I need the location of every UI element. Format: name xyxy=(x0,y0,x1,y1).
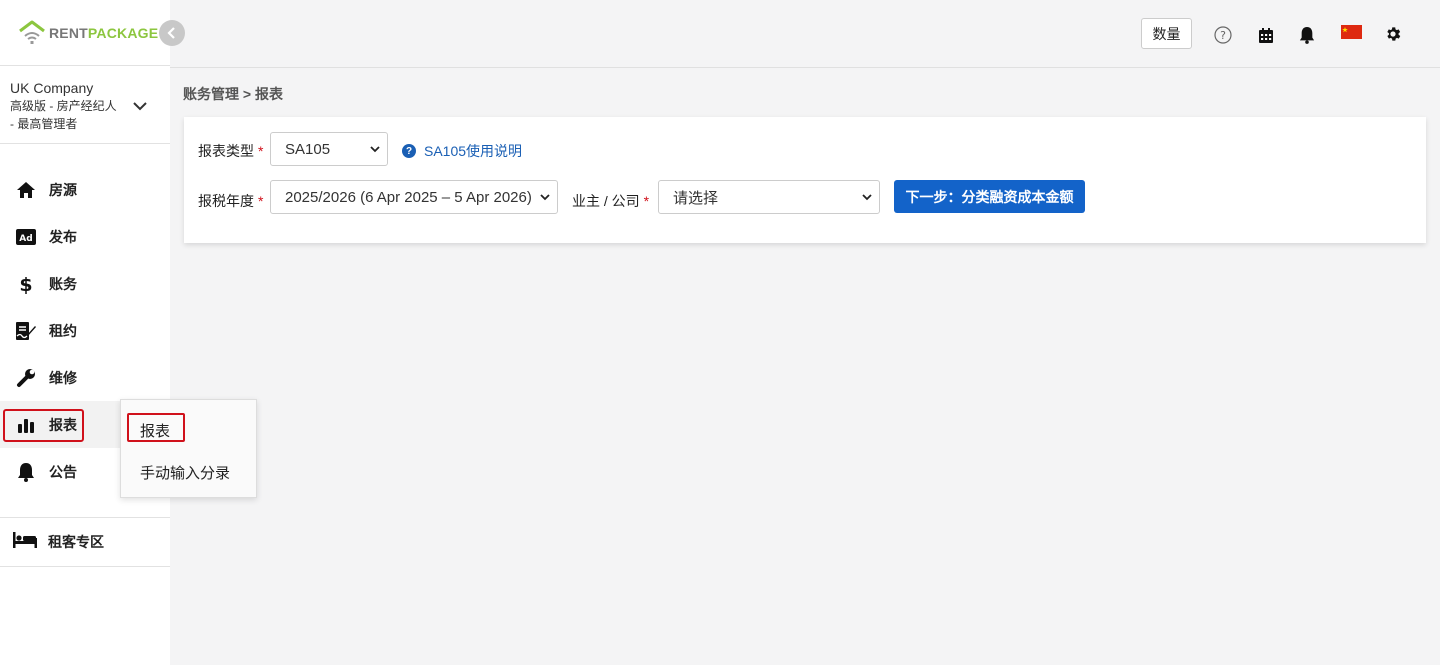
home-icon xyxy=(15,179,37,201)
company-name: UK Company xyxy=(10,80,94,96)
report-type-select[interactable]: SA105 xyxy=(270,132,388,166)
logo-row: RENTPACKAGE xyxy=(0,0,170,66)
report-type-value: SA105 xyxy=(285,140,331,158)
notification-bell-icon[interactable] xyxy=(1297,25,1317,45)
required-mark: * xyxy=(258,193,264,209)
chevron-down-icon xyxy=(862,194,872,201)
chevron-down-icon[interactable] xyxy=(132,98,148,119)
brand-name-part2: PACKAGE xyxy=(87,25,159,41)
required-mark: * xyxy=(643,193,650,209)
owner-value: 请选择 xyxy=(673,189,719,207)
sidebar-item-accounts[interactable]: $ 账务 xyxy=(0,260,170,307)
wrench-icon xyxy=(15,367,37,389)
collapse-sidebar-button[interactable] xyxy=(159,20,185,46)
ad-icon: Ad xyxy=(15,226,37,248)
tax-year-value: 2025/2026 (6 Apr 2025 – 5 Apr 2026) xyxy=(285,188,532,206)
chevron-down-icon xyxy=(370,146,380,153)
chevron-left-icon xyxy=(167,27,175,39)
brand-logo[interactable]: RENTPACKAGE xyxy=(18,20,158,46)
reports-flyout-menu: 报表 手动输入分录 xyxy=(120,399,257,498)
question-circle-icon: ? xyxy=(402,144,416,158)
report-type-label: 报表类型 * xyxy=(198,141,263,161)
dollar-icon: $ xyxy=(15,273,37,295)
settings-gear-icon[interactable] xyxy=(1383,24,1403,44)
required-mark: * xyxy=(258,143,264,159)
contract-icon xyxy=(15,320,37,342)
flyout-item-manual-entry[interactable]: 手动输入分录 xyxy=(140,462,230,483)
svg-text:Ad: Ad xyxy=(19,234,32,244)
svg-text:$: $ xyxy=(19,274,32,294)
top-bar: 数量 ? xyxy=(170,0,1440,68)
tax-year-select[interactable]: 2025/2026 (6 Apr 2025 – 5 Apr 2026) xyxy=(270,180,558,214)
owner-select[interactable]: 请选择 xyxy=(658,180,880,214)
owner-label-text: 业主 / 公司 xyxy=(572,193,640,209)
sidebar-item-leases[interactable]: 租约 xyxy=(0,307,170,354)
owner-label: 业主 / 公司 * xyxy=(572,191,649,211)
sidebar-item-label: 公告 xyxy=(49,463,77,480)
report-form-panel: 报表类型 * SA105 ? SA105使用说明 报税年度 * 2025/2026 … xyxy=(184,117,1426,243)
tenant-zone-label: 租客专区 xyxy=(48,534,104,550)
brand-name-part1: RENT xyxy=(49,25,88,41)
breadcrumb: 账务管理 > 报表 xyxy=(183,86,283,102)
sidebar-item-label: 租约 xyxy=(49,322,77,339)
china-flag-icon[interactable] xyxy=(1340,24,1362,40)
tax-year-label: 报税年度 * xyxy=(198,191,263,211)
brand-name: RENTPACKAGE xyxy=(49,25,158,41)
sidebar-item-label: 房源 xyxy=(49,181,77,198)
sidebar-item-listings[interactable]: 房源 xyxy=(0,166,170,213)
company-switcher[interactable]: UK Company 高级版 - 房产经纪人 - 最高管理者 xyxy=(0,66,170,144)
next-step-button[interactable]: 下一步：分类融资成本金额 xyxy=(894,180,1085,213)
chevron-down-icon xyxy=(540,194,550,201)
flyout-item-reports[interactable]: 报表 xyxy=(140,420,170,441)
house-wifi-logo-icon xyxy=(18,20,46,46)
sidebar-item-label: 账务 xyxy=(49,275,77,292)
tax-year-label-text: 报税年度 xyxy=(198,193,254,209)
sidebar-item-label: 维修 xyxy=(49,369,77,386)
bell-icon xyxy=(15,461,37,483)
sidebar: RENTPACKAGE UK Company 高级版 - 房产经纪人 - 最高管… xyxy=(0,0,170,665)
svg-text:?: ? xyxy=(1220,29,1226,42)
sidebar-item-tenant-zone[interactable]: 租客专区 xyxy=(0,518,170,567)
bed-icon xyxy=(13,531,37,553)
highlight-box xyxy=(3,409,84,442)
report-type-label-text: 报表类型 xyxy=(198,143,254,159)
help-link-text: SA105使用说明 xyxy=(424,143,523,159)
sidebar-item-label: 发布 xyxy=(49,228,77,245)
sidebar-item-maintenance[interactable]: 维修 xyxy=(0,354,170,401)
help-icon[interactable]: ? xyxy=(1213,25,1233,45)
quantity-button[interactable]: 数量 xyxy=(1141,18,1192,49)
calendar-icon[interactable] xyxy=(1256,25,1276,45)
sa105-help-link[interactable]: ? SA105使用说明 xyxy=(402,141,522,161)
sidebar-item-publish[interactable]: Ad 发布 xyxy=(0,213,170,260)
